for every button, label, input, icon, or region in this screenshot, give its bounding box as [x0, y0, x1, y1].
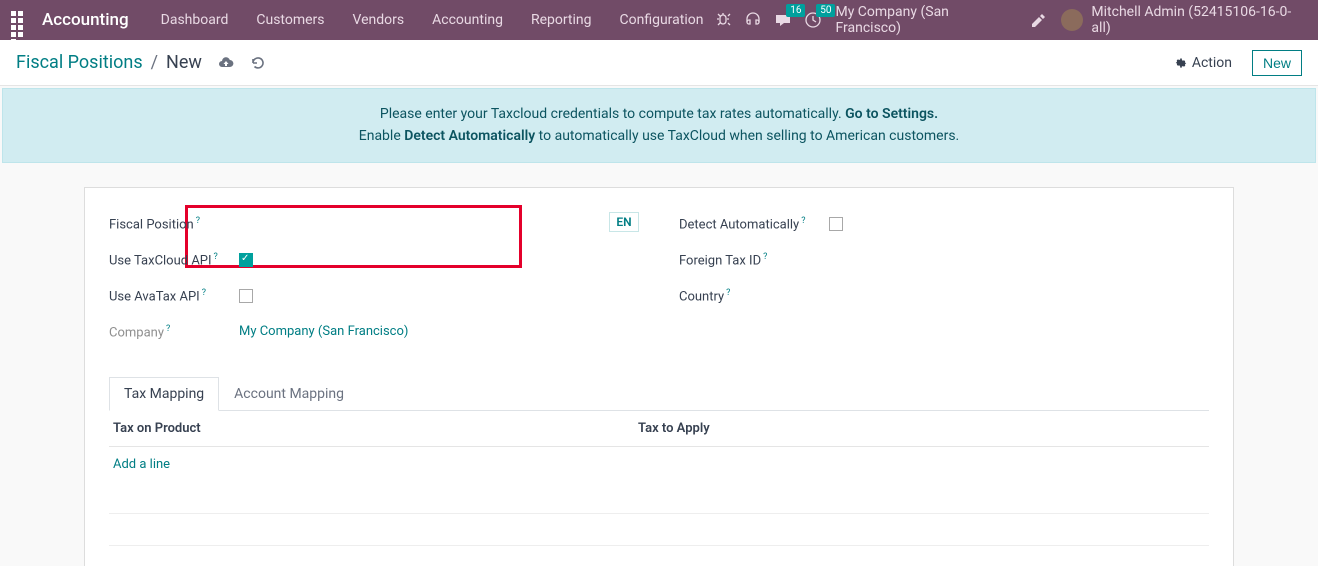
use-taxcloud-checkbox[interactable] — [239, 253, 253, 267]
use-taxcloud-label: Use TaxCloud API? — [109, 252, 239, 268]
breadcrumb-sep: / — [151, 52, 158, 73]
help-icon[interactable]: ? — [214, 252, 218, 262]
nav-menu: Dashboard Customers Vendors Accounting R… — [149, 6, 716, 34]
form-sheet: EN Fiscal Position? Use TaxCloud API? U — [84, 187, 1234, 566]
action-label: Action — [1192, 55, 1232, 71]
breadcrumb-current: New — [166, 52, 202, 73]
new-button[interactable]: New — [1252, 50, 1302, 76]
company-value[interactable]: My Company (San Francisco) — [239, 324, 408, 339]
nav-reporting[interactable]: Reporting — [519, 6, 604, 34]
nav-dashboard[interactable]: Dashboard — [149, 6, 241, 34]
banner-text-1: Please enter your Taxcloud credentials t… — [380, 106, 845, 122]
debug-icon[interactable] — [715, 12, 731, 28]
save-cloud-icon[interactable] — [218, 55, 234, 71]
breadcrumb-root[interactable]: Fiscal Positions — [16, 52, 143, 73]
content-scroll[interactable]: Please enter your Taxcloud credentials t… — [0, 86, 1318, 566]
banner-text-2a: Enable — [359, 128, 404, 144]
detect-auto-label: Detect Automatically? — [679, 216, 829, 232]
help-icon[interactable]: ? — [196, 216, 200, 226]
action-dropdown[interactable]: Action — [1174, 55, 1232, 71]
use-avatax-label: Use AvaTax API? — [109, 288, 239, 304]
banner-text-2c: to automatically use TaxCloud when selli… — [535, 128, 959, 144]
foreign-tax-label: Foreign Tax ID? — [679, 252, 829, 268]
banner-settings-link[interactable]: Go to Settings. — [845, 106, 938, 122]
user-name: Mitchell Admin (52415106-16-0-all) — [1091, 4, 1310, 36]
col-tax-on-product: Tax on Product — [113, 421, 638, 436]
company-switcher[interactable]: My Company (San Francisco) — [835, 4, 1017, 36]
banner-text-2b: Detect Automatically — [404, 128, 535, 144]
nav-accounting[interactable]: Accounting — [420, 6, 515, 34]
systray: 16 50 — [715, 12, 821, 28]
help-icon[interactable]: ? — [801, 216, 805, 226]
info-banner: Please enter your Taxcloud credentials t… — [2, 88, 1316, 163]
col-tax-to-apply: Tax to Apply — [638, 421, 1205, 436]
messages-badge: 16 — [786, 4, 805, 17]
app-brand[interactable]: Accounting — [42, 10, 129, 30]
tab-tax-mapping[interactable]: Tax Mapping — [109, 377, 219, 411]
top-nav: Accounting Dashboard Customers Vendors A… — [0, 0, 1318, 40]
tab-bar: Tax Mapping Account Mapping — [109, 376, 1209, 411]
table-row — [109, 482, 1209, 514]
table-row — [109, 514, 1209, 546]
company-label: Company? — [109, 324, 239, 340]
breadcrumb: Fiscal Positions / New — [16, 52, 202, 73]
user-menu[interactable]: Mitchell Admin (52415106-16-0-all) — [1061, 4, 1310, 36]
tools-icon[interactable] — [1031, 12, 1047, 28]
lang-badge[interactable]: EN — [609, 212, 639, 232]
tab-account-mapping[interactable]: Account Mapping — [219, 377, 359, 411]
table-header: Tax on Product Tax to Apply — [109, 411, 1209, 447]
detect-auto-checkbox[interactable] — [829, 217, 843, 231]
control-bar: Fiscal Positions / New Action New — [0, 40, 1318, 86]
country-label: Country? — [679, 288, 829, 304]
add-line-link[interactable]: Add a line — [109, 447, 1209, 482]
nav-configuration[interactable]: Configuration — [608, 6, 716, 34]
avatar — [1061, 9, 1083, 31]
nav-vendors[interactable]: Vendors — [341, 6, 417, 34]
discard-icon[interactable] — [250, 55, 266, 71]
activities-icon[interactable]: 50 — [805, 12, 821, 28]
nav-customers[interactable]: Customers — [244, 6, 336, 34]
apps-icon[interactable] — [8, 8, 32, 32]
messages-icon[interactable]: 16 — [775, 12, 791, 28]
fiscal-position-label: Fiscal Position? — [109, 216, 239, 232]
activities-badge: 50 — [816, 4, 835, 17]
support-icon[interactable] — [745, 12, 761, 28]
help-icon[interactable]: ? — [202, 288, 206, 298]
help-icon[interactable]: ? — [166, 324, 170, 334]
help-icon[interactable]: ? — [726, 288, 730, 298]
help-icon[interactable]: ? — [763, 252, 767, 262]
use-avatax-checkbox[interactable] — [239, 289, 253, 303]
gear-icon — [1174, 56, 1188, 70]
